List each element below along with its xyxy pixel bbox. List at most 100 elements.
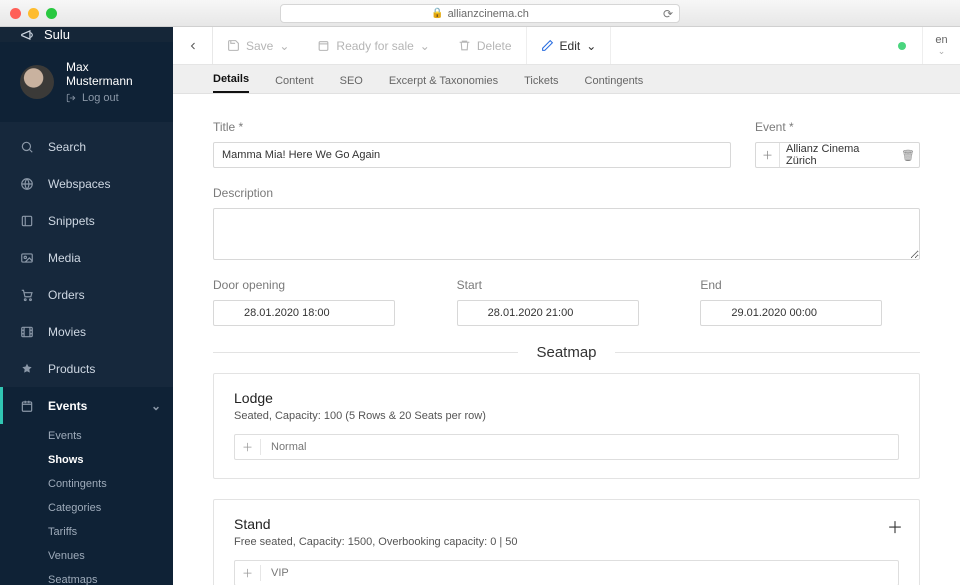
field-title: Title * [213,120,731,168]
primary-nav: Search Webspaces Snippets Media Orders M… [0,122,173,585]
subnav-tariffs[interactable]: Tariffs [0,520,173,544]
nav-search[interactable]: Search [0,128,173,165]
event-value: Allianz Cinema Zürich [780,143,897,167]
form-tabs: Details Content SEO Excerpt & Taxonomies… [173,65,960,94]
ready-button[interactable]: Ready for sale ⌄ [303,27,443,64]
nav-label: Products [48,362,95,376]
star-icon [20,362,34,376]
toolbar: Save ⌄ Ready for sale ⌄ Delete Edit ⌄ [173,27,960,65]
nav-webspaces[interactable]: Webspaces [0,165,173,202]
window-minimize[interactable] [28,8,39,19]
brand[interactable]: Sulu [0,27,173,42]
chevron-left-icon [187,40,199,52]
description-label: Description [213,186,920,200]
film-icon [20,325,34,339]
nav-products[interactable]: Products [0,350,173,387]
tab-content[interactable]: Content [275,75,314,93]
nav-label: Search [48,140,86,154]
tariff-chip[interactable]: ＋ Normal [234,434,899,460]
delete-label: Delete [477,39,512,53]
window-zoom[interactable] [46,8,57,19]
nav-label: Snippets [48,214,95,228]
chevron-down-icon: ⌄ [151,399,161,413]
calendar-icon [20,399,34,413]
nav-orders[interactable]: Orders [0,276,173,313]
sidebar: Sulu Max Mustermann Log out Search Websp… [0,27,173,585]
logout-icon [66,93,76,103]
subnav-seatmaps[interactable]: Seatmaps [0,568,173,585]
door-input[interactable] [213,300,395,326]
chevron-down-icon: ⌄ [279,39,289,53]
field-door: Door opening 🗓 [213,278,433,326]
nav-movies[interactable]: Movies [0,313,173,350]
form-area[interactable]: Title * Event * ＋ Allianz Cinema Zürich … [173,94,960,585]
edit-button[interactable]: Edit ⌄ [527,27,611,64]
event-label: Event * [755,120,920,134]
subnav-venues[interactable]: Venues [0,544,173,568]
cart-icon [20,288,34,302]
add-button[interactable]: ＋ [887,514,903,538]
section-sub: Seated, Capacity: 100 (5 Rows & 20 Seats… [234,410,899,422]
plus-icon[interactable]: ＋ [235,439,261,455]
section-sub: Free seated, Capacity: 1500, Overbooking… [234,536,899,548]
chevron-down-icon: ⌄ [938,46,946,57]
subnav-shows[interactable]: Shows [0,448,173,472]
image-icon [20,251,34,265]
tab-contingents[interactable]: Contingents [585,75,644,93]
field-description: Description [213,186,920,260]
plus-icon[interactable]: ＋ [235,565,261,581]
plus-icon[interactable]: ＋ [756,143,780,167]
chevron-down-icon: ⌄ [586,39,596,53]
subnav-contingents[interactable]: Contingents [0,472,173,496]
chip-label: Normal [261,441,316,453]
address-bar[interactable]: 🔒 allianzcinema.ch ⟳ [280,4,680,23]
megaphone-icon [20,28,34,42]
delete-button[interactable]: Delete [444,27,526,64]
nav-label: Movies [48,325,86,339]
browser-chrome: 🔒 allianzcinema.ch ⟳ [0,0,960,27]
end-input[interactable] [700,300,882,326]
subnav-categories[interactable]: Categories [0,496,173,520]
start-input[interactable] [457,300,639,326]
nav-snippets[interactable]: Snippets [0,202,173,239]
reload-icon[interactable]: ⟳ [663,7,673,21]
window-close[interactable] [10,8,21,19]
subnav-events[interactable]: Events [0,424,173,448]
tab-seo[interactable]: SEO [340,75,363,93]
save-icon [227,39,240,52]
event-select[interactable]: ＋ Allianz Cinema Zürich 🗑 [755,142,920,168]
tab-excerpt[interactable]: Excerpt & Taxonomies [389,75,498,93]
nav-media[interactable]: Media [0,239,173,276]
section-title: Lodge [234,390,899,406]
trash-icon[interactable]: 🗑 [897,149,919,162]
address-url: allianzcinema.ch [448,8,529,20]
start-label: Start [457,278,677,292]
search-icon [20,140,34,154]
chip-label: VIP [261,567,299,579]
back-button[interactable] [173,27,213,64]
tab-details[interactable]: Details [213,73,249,93]
field-event: Event * ＋ Allianz Cinema Zürich 🗑 [755,120,920,168]
avatar[interactable] [20,65,54,99]
user-name: Max Mustermann [66,60,157,88]
lock-icon: 🔒 [431,8,443,19]
field-end: End 🗓 [700,278,920,326]
ready-label: Ready for sale [336,39,413,53]
logout-link[interactable]: Log out [66,92,157,104]
globe-icon [20,177,34,191]
save-button[interactable]: Save ⌄ [213,27,303,64]
title-input[interactable] [213,142,731,168]
seatmap-section-lodge: Lodge Seated, Capacity: 100 (5 Rows & 20… [213,373,920,479]
save-label: Save [246,39,273,53]
language-switcher[interactable]: en ⌄ [922,27,960,64]
nav-events[interactable]: Events ⌄ [0,387,173,424]
title-label: Title * [213,120,731,134]
end-label: End [700,278,920,292]
tab-tickets[interactable]: Tickets [524,75,558,93]
description-input[interactable] [213,208,920,260]
door-label: Door opening [213,278,433,292]
field-start: Start 🗓 [457,278,677,326]
tariff-chip[interactable]: ＋ VIP [234,560,899,585]
status-indicator [898,42,906,50]
content: Save ⌄ Ready for sale ⌄ Delete Edit ⌄ [173,27,960,585]
